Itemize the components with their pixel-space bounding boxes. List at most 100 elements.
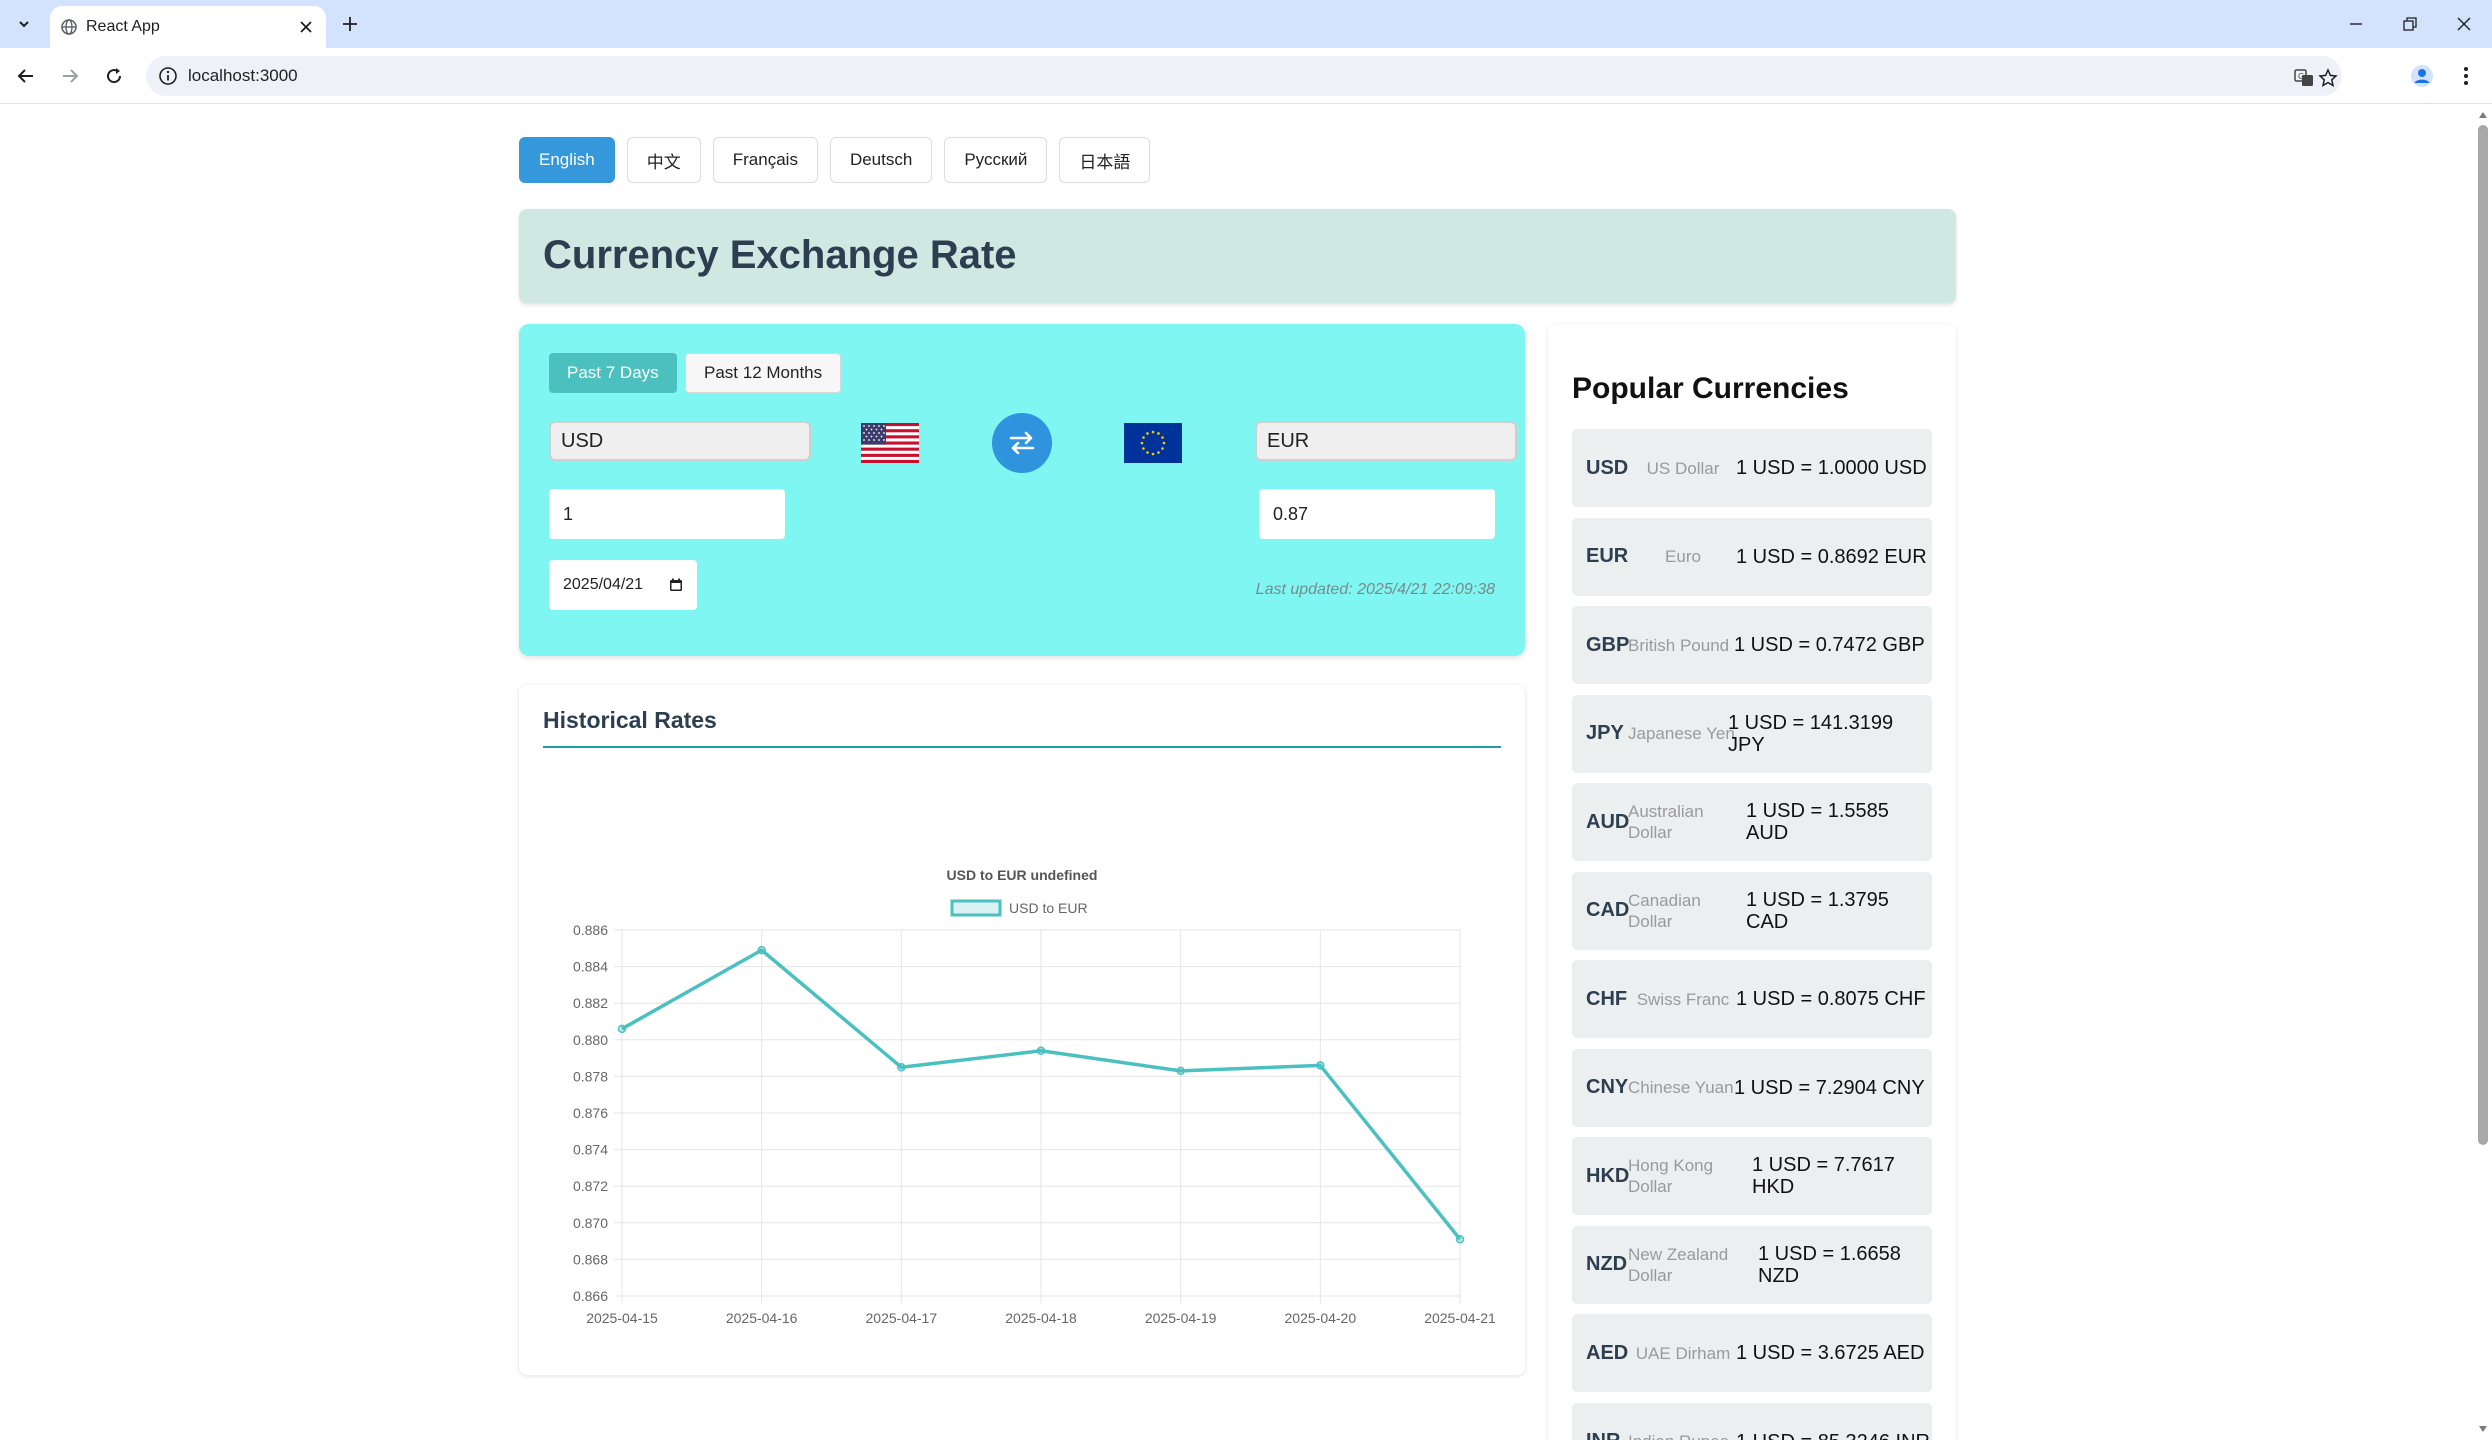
- legend-swatch: [950, 899, 1002, 917]
- us-flag-icon: [861, 423, 919, 463]
- profile-avatar-icon[interactable]: [2406, 60, 2438, 92]
- currency-code: EUR: [1586, 545, 1629, 567]
- currency-name: New Zealand Dollar: [1628, 1244, 1729, 1285]
- data-point: [757, 945, 766, 955]
- swap-arrows-icon: [1009, 431, 1035, 455]
- browser-toolbar: localhost:3000 G: [0, 48, 2492, 104]
- x-tick-label: 2025-04-20: [1285, 1310, 1357, 1326]
- currency-code: AUD: [1586, 810, 1630, 833]
- eu-flag-icon: [1124, 423, 1182, 463]
- close-tab-icon[interactable]: [294, 15, 318, 39]
- legend-label: USD to EUR: [1009, 900, 1088, 916]
- bookmark-star-icon[interactable]: [2316, 66, 2340, 90]
- currency-row-hkd[interactable]: HKD Hong Kong Dollar 1 USD = 7.7617 HKD: [1572, 1137, 1932, 1215]
- currency-name: Hong Kong Dollar: [1628, 1156, 1714, 1196]
- currency-row-usd[interactable]: USD US Dollar 1 USD = 1.0000 USD: [1572, 429, 1932, 507]
- heading-underline: [543, 746, 1501, 748]
- currency-rate: 1 USD = 1.0000 USD: [1736, 457, 1927, 479]
- currency-rate: 1 USD = 0.8692 EUR: [1736, 545, 1927, 568]
- tab-search-chevron-icon[interactable]: [10, 10, 38, 38]
- currency-row-gbp[interactable]: GBP British Pound 1 USD = 0.7472 GBP: [1572, 606, 1932, 684]
- currency-row-cad[interactable]: CAD Canadian Dollar 1 USD = 1.3795 CAD: [1572, 871, 1932, 950]
- data-point: [1316, 1061, 1325, 1070]
- page-content: English 中文 Français Deutsch Русский 日本語 Curre…: [0, 105, 2474, 1440]
- currency-rate: 1 USD = 7.2904 CNY: [1734, 1076, 1925, 1099]
- currency-name: Canadian Dollar: [1628, 890, 1701, 931]
- y-tick-label: 0.872: [573, 1178, 608, 1194]
- currency-name: Australian Dollar: [1628, 802, 1704, 842]
- currency-rate: 1 USD = 0.7472 GBP: [1734, 634, 1925, 656]
- back-arrow-icon[interactable]: [10, 60, 42, 92]
- currency-row-aud[interactable]: AUD Australian Dollar 1 USD = 1.5585 AUD: [1572, 783, 1932, 861]
- currency-code: USD: [1586, 456, 1629, 479]
- currency-code: HKD: [1586, 1164, 1630, 1187]
- language-button[interactable]: Français: [712, 137, 818, 183]
- x-tick-label: 2025-04-16: [726, 1310, 798, 1326]
- browser-tab-strip: React App: [0, 0, 2492, 48]
- y-tick-label: 0.876: [573, 1105, 608, 1121]
- address-bar[interactable]: localhost:3000 G: [146, 56, 2342, 96]
- language-button[interactable]: 中文: [626, 137, 701, 183]
- currency-code: JPY: [1586, 722, 1624, 744]
- past-7-days-button[interactable]: Past 7 Days: [549, 353, 677, 393]
- currency-name: British Pound: [1628, 635, 1730, 655]
- y-tick-label: 0.870: [573, 1215, 608, 1231]
- currency-row-eur[interactable]: EUR Euro 1 USD = 0.8692 EUR: [1572, 517, 1932, 596]
- new-tab-icon[interactable]: [336, 10, 364, 38]
- currency-rate: 1 USD = 141.3199 JPY: [1728, 711, 1894, 756]
- currency-rate: 1 USD = 3.6725 AED: [1736, 1342, 1925, 1364]
- to-amount-output[interactable]: 0.87: [1259, 489, 1495, 539]
- currency-name: Chinese Yuan: [1628, 1078, 1734, 1097]
- menu-kebab-icon[interactable]: [2450, 60, 2482, 92]
- translate-icon[interactable]: G: [2292, 66, 2316, 90]
- historical-rates-heading: Historical Rates: [543, 707, 717, 733]
- y-tick-label: 0.874: [573, 1142, 608, 1158]
- globe-icon: [60, 18, 78, 36]
- from-amount-input[interactable]: 1: [549, 489, 785, 539]
- to-currency-input[interactable]: EUR: [1255, 421, 1517, 461]
- currency-row-inr[interactable]: INRIndian Rupee1 USD = 85.3246 INR: [1572, 1402, 1932, 1440]
- currency-rate: 1 USD = 85.3246 INR: [1736, 1403, 1930, 1440]
- language-button[interactable]: Deutsch: [829, 137, 933, 183]
- currency-rate: 1 USD = 7.7617 HKD: [1752, 1154, 1895, 1198]
- restore-icon[interactable]: [2390, 8, 2430, 40]
- header-banner: Currency Exchange Rate: [519, 209, 1956, 303]
- popular-currencies-panel: Popular Currencies USD US Dollar 1 USD = 1…: [1548, 324, 1956, 1440]
- currency-name: Japanese Yen: [1628, 724, 1735, 743]
- chart-title: USD to EUR undefined: [947, 867, 1098, 883]
- browser-tab[interactable]: React App: [50, 6, 326, 48]
- close-window-icon[interactable]: [2444, 8, 2484, 40]
- popular-currencies-heading: Popular Currencies: [1572, 372, 1849, 405]
- from-currency-input[interactable]: USD: [549, 421, 811, 461]
- date-picker[interactable]: 2025/04/21: [549, 560, 697, 610]
- language-button[interactable]: 日本語: [1059, 137, 1151, 183]
- past-12-months-button[interactable]: Past 12 Months: [685, 353, 842, 393]
- currency-code: CNY: [1586, 1076, 1629, 1098]
- currency-row-aed[interactable]: AED UAE Dirham 1 USD = 3.6725 AED: [1572, 1314, 1932, 1392]
- y-tick-label: 0.878: [573, 1068, 608, 1084]
- currency-rate: 1 USD = 1.3795 CAD: [1746, 888, 1889, 933]
- page-scrollbar[interactable]: [2474, 105, 2492, 1440]
- swap-currencies-button[interactable]: [992, 413, 1052, 473]
- currency-row-chf[interactable]: CHF Swiss Franc 1 USD = 0.8075 CHF: [1572, 960, 1932, 1038]
- currency-row-nzd[interactable]: NZD New Zealand Dollar 1 USD = 1.6658 NZD: [1572, 1225, 1932, 1304]
- tab-title: React App: [86, 18, 160, 35]
- reload-icon[interactable]: [98, 60, 130, 92]
- currency-row-cny[interactable]: CNY Chinese Yuan 1 USD = 7.2904 CNY: [1572, 1048, 1932, 1127]
- x-tick-label: 2025-04-15: [586, 1310, 658, 1326]
- calendar-icon[interactable]: [669, 578, 683, 592]
- minimize-icon[interactable]: [2336, 8, 2376, 40]
- currency-code: NZD: [1586, 1253, 1628, 1275]
- page-title: Currency Exchange Rate: [543, 233, 1017, 277]
- popular-currencies-list: USD US Dollar 1 USD = 1.0000 USD EUR Euro 1 U…: [1572, 429, 1932, 1440]
- scroll-up-arrow-icon[interactable]: [2477, 109, 2489, 121]
- forward-arrow-icon[interactable]: [54, 60, 86, 92]
- scrollbar-thumb[interactable]: [2478, 125, 2488, 1145]
- date-value: 2025/04/21: [563, 576, 644, 593]
- language-button[interactable]: Русский: [944, 137, 1048, 183]
- language-button[interactable]: English: [519, 137, 615, 183]
- currency-name: Euro: [1665, 547, 1701, 566]
- scroll-down-arrow-icon[interactable]: [2477, 1423, 2489, 1435]
- site-info-icon[interactable]: [158, 66, 178, 86]
- currency-row-jpy[interactable]: JPY Japanese Yen 1 USD = 141.3199 JPY: [1572, 694, 1932, 773]
